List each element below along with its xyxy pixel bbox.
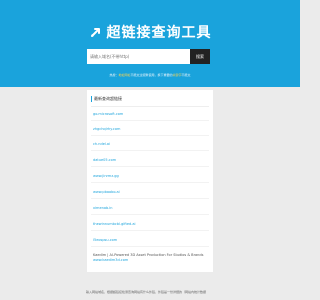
search-bar: 搜索 — [87, 49, 210, 64]
search-button[interactable]: 搜索 — [190, 49, 210, 64]
results-heading: 最新查询超链接 — [91, 96, 122, 102]
link-arrow-icon — [89, 25, 103, 39]
divider — [91, 150, 209, 151]
divider — [91, 214, 209, 215]
tips-middle: 不能太过频繁使用，换下重要的 — [130, 73, 173, 77]
divider — [91, 106, 209, 107]
domain-link[interactable]: datue05.com — [93, 158, 116, 163]
tips-suffix: 不能太 — [181, 73, 191, 77]
domain-link[interactable]: www.jinrmz.gg — [93, 174, 119, 179]
results-card: 最新查询超链接 go.microsoft.com zhgchqlrhy.com … — [87, 90, 213, 272]
domain-search-input[interactable] — [87, 49, 190, 64]
divider — [91, 182, 209, 183]
tips-highlight-1[interactable]: 地址网址 — [118, 73, 130, 77]
page-title: 超链接查询工具 — [0, 22, 300, 42]
divider — [91, 135, 209, 136]
divider — [91, 230, 209, 231]
footer-note: 输入网站域名，根据超链接检测查询网站有什么外链，外链是一份详细的（网站内统计数据 — [86, 290, 207, 294]
page-title-text: 超链接查询工具 — [106, 25, 212, 41]
domain-link[interactable]: www.pbaobo.ai — [93, 190, 120, 195]
domain-link[interactable]: ch.ndel.ai — [93, 142, 110, 147]
tips-highlight-2[interactable]: 关键字 — [173, 73, 182, 77]
domain-link[interactable]: zhgchqlrhy.com — [93, 127, 120, 132]
divider — [91, 198, 209, 199]
divider — [91, 246, 209, 247]
domain-link[interactable]: ximenab.in — [93, 206, 113, 211]
domain-link[interactable]: thewinnumbcbl.gifted.ai — [93, 222, 135, 227]
divider — [91, 120, 209, 121]
search-tips: 热搜：地址网址不能太过频繁使用，换下重要的关键字不能太 — [0, 73, 300, 77]
domain-link[interactable]: www.kaedim3d.com — [93, 258, 128, 263]
domain-link[interactable]: go.microsoft.com — [93, 112, 123, 117]
divider — [91, 166, 209, 167]
domain-link[interactable]: l5eospsu.com — [93, 238, 117, 243]
